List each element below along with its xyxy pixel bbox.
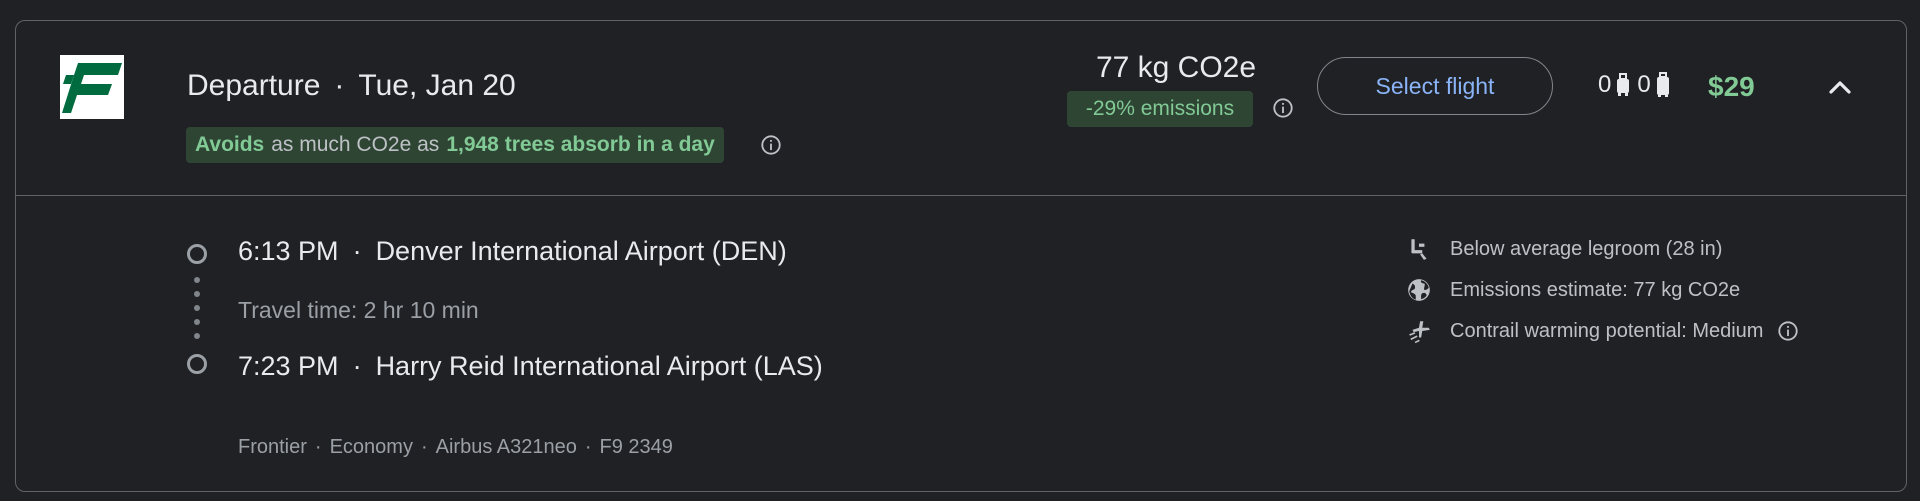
timeline-dot: [194, 277, 200, 283]
globe-icon: [1408, 279, 1430, 301]
chevron-up-icon[interactable]: [1822, 69, 1858, 105]
eco-badge-avoids: Avoids: [195, 133, 265, 156]
flight-details: Frontier · Economy · Airbus A321neo · F9 2349: [238, 436, 673, 459]
carry-on-count: 0: [1598, 71, 1612, 98]
timeline-dot: [194, 291, 200, 297]
arrival-timeline-circle: [187, 354, 207, 374]
departure-label: Departure: [187, 69, 321, 102]
departure-timeline-circle: [187, 244, 207, 264]
departure-time: 6:13 PM: [238, 236, 339, 266]
travel-time: Travel time: 2 hr 10 min: [238, 297, 479, 323]
eco-badge: Avoids as much CO2e as 1,948 trees absor…: [186, 127, 724, 163]
seat-legroom-icon: [1411, 239, 1427, 260]
arrival-stop: 7:23 PM · Harry Reid International Airport…: [238, 351, 823, 382]
departure-date: Tue, Jan 20: [358, 69, 516, 102]
amenity-label: Emissions estimate: 77 kg CO2e: [1450, 278, 1741, 301]
flight-number: F9 2349: [599, 436, 673, 458]
arrival-separator: ·: [352, 351, 362, 381]
departure-separator: ·: [352, 236, 362, 266]
departure-stop: 6:13 PM · Denver International Airport (DE…: [238, 236, 787, 267]
carry-on-bag-icon: [1617, 73, 1630, 96]
airline-name: Frontier: [238, 436, 307, 458]
eco-badge-middle: as much CO2e as: [271, 133, 440, 156]
emissions-amount: 77 kg CO2e: [1095, 51, 1257, 84]
detail-separator: ·: [314, 436, 322, 458]
arrival-airport: Harry Reid International Airport (LAS): [375, 351, 823, 381]
amenity-label: Contrail warming potential: Medium: [1450, 319, 1764, 342]
departure-title: Departure · Tue, Jan 20: [187, 69, 516, 103]
baggage-info: 0 0: [1598, 71, 1677, 99]
cabin-class: Economy: [329, 436, 413, 458]
eco-info-icon[interactable]: [760, 134, 782, 156]
departure-airport: Denver International Airport (DEN): [375, 236, 787, 266]
timeline-dot: [194, 333, 200, 339]
amenity-label: Below average legroom (28 in): [1450, 237, 1723, 260]
flight-card: Departure · Tue, Jan 20 Avoids as much CO2…: [15, 20, 1907, 492]
contrail-info-icon[interactable]: [1777, 320, 1799, 342]
emissions-info-icon[interactable]: [1272, 97, 1294, 119]
timeline-dot: [194, 319, 200, 325]
flight-price: $29: [1708, 71, 1755, 102]
amenity-legroom: Below average legroom (28 in): [1406, 236, 1722, 262]
emissions-change-badge: -29% emissions: [1067, 91, 1253, 127]
arrival-time: 7:23 PM: [238, 351, 339, 381]
detail-separator: ·: [584, 436, 592, 458]
checked-bag-count: 0: [1637, 71, 1651, 98]
checked-bag-icon: [1656, 72, 1669, 97]
detail-separator: ·: [420, 436, 428, 458]
header-divider: [16, 195, 1906, 196]
timeline-dot: [194, 305, 200, 311]
frontier-logo: [60, 55, 124, 119]
contrail-icon: [1409, 321, 1430, 344]
title-separator: ·: [334, 69, 345, 102]
amenity-contrail: Contrail warming potential: Medium: [1406, 318, 1799, 344]
amenity-emissions: Emissions estimate: 77 kg CO2e: [1406, 277, 1740, 303]
select-flight-button[interactable]: Select flight: [1317, 57, 1553, 115]
aircraft-type: Airbus A321neo: [435, 436, 577, 458]
frontier-logo-icon: [62, 63, 122, 113]
eco-badge-trees: 1,948 trees absorb in a day: [446, 133, 715, 156]
